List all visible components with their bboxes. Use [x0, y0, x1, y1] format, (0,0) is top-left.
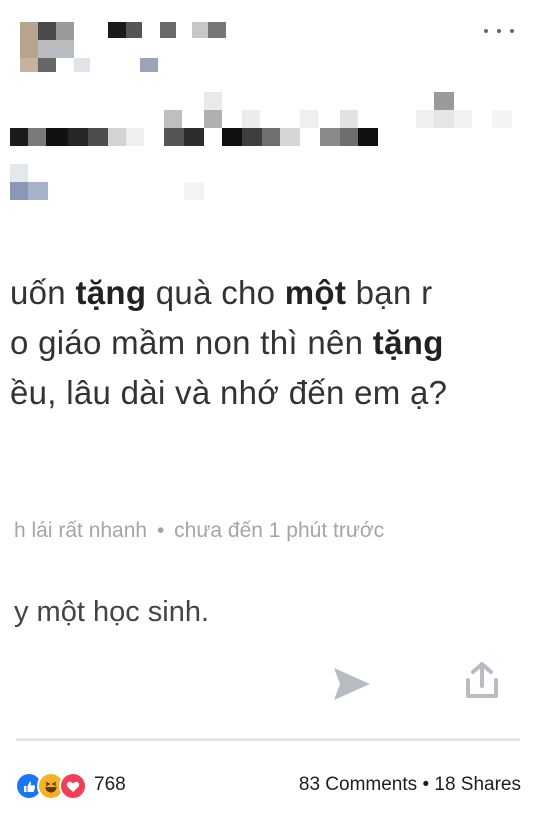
question-line-1: uốn tặng quà cho một bạn r	[10, 274, 433, 311]
question-text: uốn tặng quà cho một bạn r o giáo mầm no…	[10, 268, 447, 418]
send-icon	[334, 668, 370, 700]
send-button[interactable]	[330, 664, 374, 709]
share-button[interactable]	[462, 660, 502, 707]
question-line-3: ều, lâu dài và nhớ đến em ạ?	[10, 374, 448, 411]
more-options-button[interactable]	[484, 20, 514, 42]
comments-count[interactable]: 83 Comments	[299, 774, 417, 795]
divider	[16, 738, 520, 741]
stats-separator: •	[422, 774, 430, 795]
post-stats: 83 Comments • 18 Shares	[299, 774, 521, 796]
post-meta: h lái rất nhanh • chưa đến 1 phút trước	[14, 519, 384, 543]
shares-count[interactable]: 18 Shares	[434, 774, 521, 795]
more-icon	[484, 29, 488, 33]
author-name[interactable]: h lái rất nhanh	[14, 519, 147, 542]
reactions[interactable]	[15, 772, 87, 800]
post-time: chưa đến 1 phút trước	[174, 519, 385, 542]
reply-text: y một học sinh.	[14, 596, 210, 628]
love-reaction-icon	[59, 772, 87, 800]
share-icon	[466, 662, 498, 698]
meta-separator: •	[156, 519, 165, 542]
question-line-2: o giáo mầm non thì nên tặng	[10, 324, 444, 361]
reaction-count[interactable]: 768	[94, 774, 126, 796]
